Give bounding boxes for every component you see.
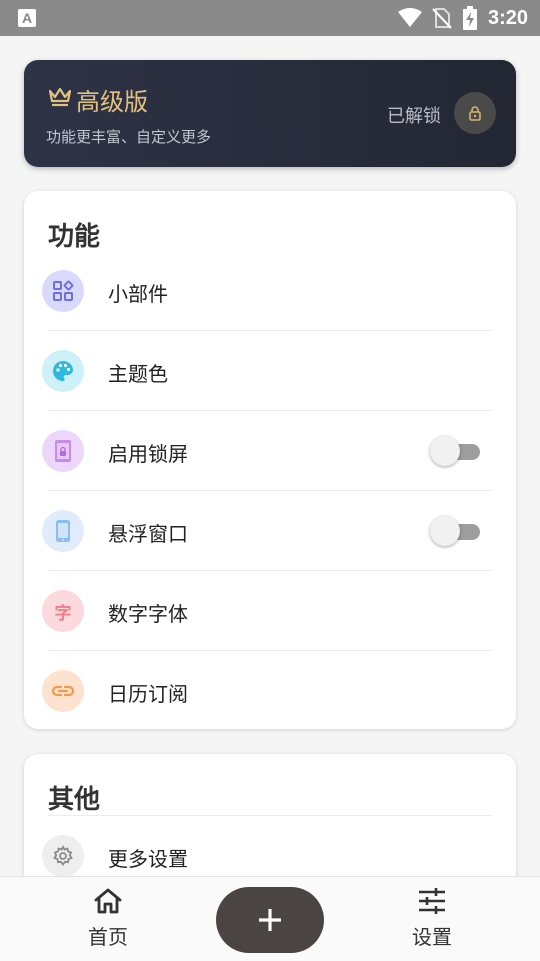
wifi-icon — [397, 8, 422, 27]
plus-icon — [259, 909, 281, 931]
feature-row-floating-window[interactable]: 悬浮窗口 — [24, 491, 516, 571]
lock-icon — [469, 106, 481, 121]
link-icon — [51, 685, 75, 697]
premium-subtitle: 功能更丰富、自定义更多 — [46, 128, 212, 146]
add-button[interactable] — [216, 887, 324, 953]
feature-label: 悬浮窗口 — [108, 522, 188, 546]
bottom-navigation: 首页 设置 — [0, 876, 540, 961]
nav-home-label: 首页 — [88, 925, 128, 949]
other-label: 更多设置 — [108, 847, 188, 871]
feature-row-widgets[interactable]: 小部件 — [24, 251, 516, 331]
notification-icon: A — [18, 9, 36, 27]
feature-row-theme-color[interactable]: 主题色 — [24, 331, 516, 411]
feature-row-digit-font[interactable]: 字 数字字体 — [24, 571, 516, 651]
feature-label: 启用锁屏 — [108, 442, 188, 466]
feature-label: 数字字体 — [108, 602, 188, 626]
feature-row-calendar-subscription[interactable]: 日历订阅 — [24, 651, 516, 729]
status-bar: A 3:20 — [0, 0, 540, 36]
widgets-icon — [53, 280, 74, 301]
lock-badge — [454, 92, 496, 134]
feature-label: 主题色 — [108, 362, 168, 386]
gear-icon — [53, 845, 73, 867]
floating-window-toggle[interactable] — [430, 516, 482, 546]
nav-settings[interactable]: 设置 — [372, 887, 492, 950]
premium-card[interactable]: 高级版 功能更丰富、自定义更多 已解锁 — [24, 60, 516, 167]
clock: 3:20 — [487, 6, 528, 29]
battery-charging-icon — [462, 6, 477, 30]
feature-row-lock-screen[interactable]: 启用锁屏 — [24, 411, 516, 491]
lock-screen-toggle[interactable] — [430, 436, 482, 466]
crown-icon — [48, 87, 72, 107]
section-title-other: 其他 — [48, 785, 101, 815]
nav-home[interactable]: 首页 — [48, 887, 168, 950]
phone-icon — [56, 520, 70, 542]
home-icon — [94, 888, 122, 914]
other-card: 其他 更多设置 — [24, 754, 516, 894]
feature-label: 小部件 — [108, 282, 168, 306]
features-card: 功能 小部件 主题色 启用锁屏 悬浮窗口 字 数字字体 日历订阅 — [24, 191, 516, 729]
premium-status: 已解锁 — [387, 106, 441, 127]
section-title-features: 功能 — [48, 222, 101, 252]
feature-label: 日历订阅 — [108, 682, 188, 706]
font-char-icon: 字 — [54, 603, 72, 624]
premium-title: 高级版 — [76, 88, 148, 116]
phone-lock-icon — [55, 440, 71, 462]
sliders-icon — [419, 888, 445, 914]
nav-settings-label: 设置 — [412, 925, 452, 949]
no-sim-icon — [432, 8, 452, 29]
palette-icon — [53, 361, 73, 381]
